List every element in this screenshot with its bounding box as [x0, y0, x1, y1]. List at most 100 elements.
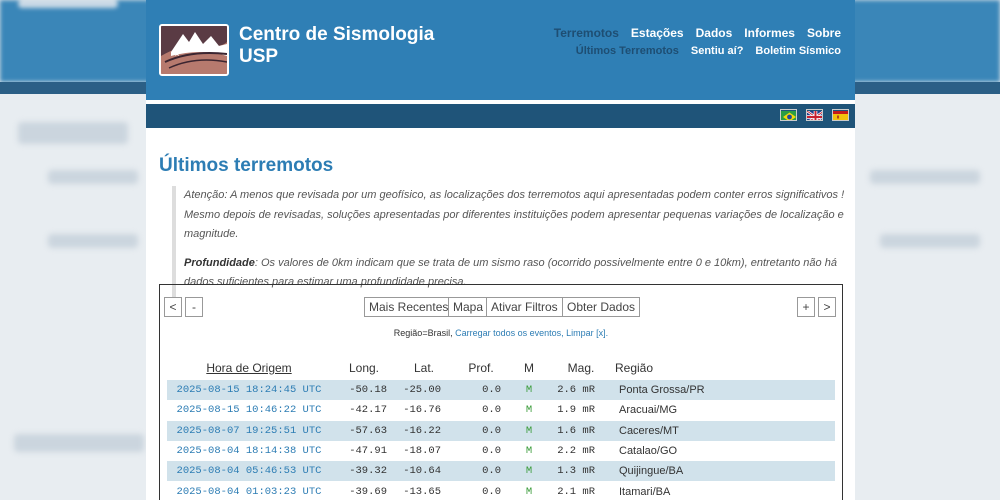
- m-cell: M: [511, 380, 547, 401]
- nav-boletim-sismico[interactable]: Boletim Sísmico: [755, 45, 841, 57]
- site-title-line2: USP: [239, 46, 279, 67]
- longitude-cell: -39.69: [349, 485, 387, 498]
- language-bar: [146, 104, 855, 128]
- latitude-cell: -13.65: [403, 485, 441, 498]
- region-cell: Itamari/BA: [619, 485, 671, 498]
- header-magnitude: Mag.: [567, 361, 595, 375]
- map-button[interactable]: Mapa: [448, 297, 489, 317]
- table-row[interactable]: 2025-08-04 01:03:23 UTC -39.69 -13.65 0.0 M 2…: [167, 481, 835, 500]
- attention-text: Atenção: A menos que revisada por um geo…: [184, 189, 845, 240]
- background-blob: [48, 234, 138, 248]
- magnitude-cell: 1.3 mR: [547, 461, 615, 482]
- m-cell: M: [525, 404, 533, 417]
- get-data-button[interactable]: Obter Dados: [562, 297, 641, 317]
- filter-summary: Região=Brasil, Carregar todos os eventos…: [160, 328, 842, 338]
- region-cell: Aracuai/MG: [619, 404, 678, 417]
- background-blob: [880, 234, 980, 248]
- header-longitude: Long.: [348, 361, 380, 375]
- region-cell: Catalao/GO: [619, 445, 678, 458]
- nav-sentiu-ai[interactable]: Sentiu aí?: [691, 45, 744, 57]
- site-header: Centro de Sismologia USP Terremotos Esta…: [146, 0, 855, 100]
- background-blob: [870, 170, 980, 184]
- m-cell: M: [525, 445, 533, 458]
- region-filter-text: Região=Brasil,: [393, 328, 453, 338]
- depth-cell: 0.0: [451, 380, 511, 401]
- site-title-line1: Centro de Sismologia: [239, 24, 435, 45]
- origin-time-cell[interactable]: 2025-08-15 10:46:22 UTC: [167, 400, 331, 420]
- page-title: Últimos terremotos: [159, 155, 334, 176]
- background-blob: [18, 122, 128, 144]
- header-latitude: Lat.: [413, 361, 434, 375]
- magnitude-cell: 2.6 mR: [547, 380, 615, 401]
- table-row[interactable]: 2025-08-07 19:25:51 UTC -57.63 -16.22 0.0 M 1…: [167, 420, 835, 441]
- events-panel: < - Mais Recentes Mapa Ativar Filtros Ob…: [159, 284, 843, 500]
- nav-terremotos[interactable]: Terremotos: [554, 26, 619, 40]
- latitude-cell: -18.07: [403, 445, 441, 458]
- nav-dados[interactable]: Dados: [696, 26, 733, 40]
- m-cell: M: [511, 420, 547, 441]
- most-recent-button[interactable]: Mais Recentes: [364, 297, 454, 317]
- site-title[interactable]: Centro de Sismologia USP: [239, 24, 434, 68]
- table-row[interactable]: 2025-08-15 18:24:45 UTC -50.18 -25.00 0.0 M 2…: [167, 380, 835, 401]
- background-pill: [18, 0, 118, 8]
- table-row[interactable]: 2025-08-15 10:46:22 UTC -42.17 -16.76 0.0 M 1…: [167, 400, 835, 420]
- depth-cell: 0.0: [451, 420, 511, 441]
- secondary-nav: Últimos Terremotos Sentiu aí? Boletim Sí…: [576, 45, 841, 57]
- depth-cell: 0.0: [482, 445, 501, 458]
- events-table: Hora de Origem Long. Lat. Prof. M Mag. R…: [167, 356, 835, 500]
- nav-estacoes[interactable]: Estações: [631, 26, 684, 40]
- background-blob: [14, 434, 144, 452]
- events-table-body: 2025-08-15 18:24:45 UTC -50.18 -25.00 0.0 M 2…: [167, 380, 835, 500]
- latitude-cell: -16.76: [403, 404, 441, 417]
- main-card: Centro de Sismologia USP Terremotos Esta…: [146, 0, 855, 500]
- zoom-in-button[interactable]: +: [797, 297, 815, 317]
- background-blob: [48, 170, 138, 184]
- origin-time-cell[interactable]: 2025-08-04 01:03:23 UTC: [167, 481, 331, 500]
- longitude-cell: -57.63: [331, 420, 397, 441]
- header-m: M: [524, 361, 534, 375]
- depth-cell: 0.0: [482, 485, 501, 498]
- table-header-row: Hora de Origem Long. Lat. Prof. M Mag. R…: [167, 356, 835, 380]
- longitude-cell: -42.17: [349, 404, 387, 417]
- depth-cell: 0.0: [451, 461, 511, 482]
- header-origin-time[interactable]: Hora de Origem: [167, 356, 331, 380]
- origin-time-cell[interactable]: 2025-08-04 05:46:53 UTC: [167, 461, 331, 482]
- primary-nav: Terremotos Estações Dados Informes Sobre: [554, 26, 841, 40]
- region-cell: Ponta Grossa/PR: [615, 380, 835, 401]
- table-row[interactable]: 2025-08-04 05:46:53 UTC -39.32 -10.64 0.0 M 1…: [167, 461, 835, 482]
- magnitude-cell: 1.6 mR: [547, 420, 615, 441]
- longitude-cell: -50.18: [331, 380, 397, 401]
- origin-time-cell[interactable]: 2025-08-15 18:24:45 UTC: [167, 380, 331, 401]
- magnitude-cell: 1.9 mR: [557, 404, 595, 417]
- next-page-button[interactable]: >: [818, 297, 836, 317]
- longitude-cell: -47.91: [349, 445, 387, 458]
- table-row[interactable]: 2025-08-04 18:14:38 UTC -47.91 -18.07 0.0 M 2…: [167, 441, 835, 461]
- flag-brazil-icon[interactable]: [780, 109, 797, 121]
- header-depth: Prof.: [468, 361, 494, 375]
- prev-page-button[interactable]: <: [164, 297, 182, 317]
- depth-label: Profundidade: [184, 256, 255, 269]
- origin-time-cell[interactable]: 2025-08-07 19:25:51 UTC: [167, 420, 331, 441]
- origin-time-cell[interactable]: 2025-08-04 18:14:38 UTC: [167, 441, 331, 461]
- m-cell: M: [525, 485, 533, 498]
- load-all-link[interactable]: Carregar todos os eventos,: [455, 328, 564, 338]
- logo-icon[interactable]: [159, 24, 229, 76]
- zoom-out-button[interactable]: -: [185, 297, 203, 317]
- flag-uk-icon[interactable]: [806, 109, 823, 121]
- magnitude-cell: 2.1 mR: [557, 485, 595, 498]
- depth-cell: 0.0: [482, 404, 501, 417]
- flag-spain-icon[interactable]: [832, 109, 849, 121]
- enable-filters-button[interactable]: Ativar Filtros: [486, 297, 563, 317]
- nav-informes[interactable]: Informes: [744, 26, 795, 40]
- region-cell: Quijingue/BA: [615, 461, 835, 482]
- latitude-cell: -25.00: [397, 380, 451, 401]
- latitude-cell: -10.64: [397, 461, 451, 482]
- m-cell: M: [511, 461, 547, 482]
- nav-ultimos-terremotos[interactable]: Últimos Terremotos: [576, 45, 679, 57]
- nav-sobre[interactable]: Sobre: [807, 26, 841, 40]
- header-region: Região: [615, 361, 654, 375]
- magnitude-cell: 2.2 mR: [557, 445, 595, 458]
- longitude-cell: -39.32: [331, 461, 397, 482]
- language-flags: [780, 109, 849, 121]
- clear-filter-link[interactable]: Limpar [x].: [566, 328, 608, 338]
